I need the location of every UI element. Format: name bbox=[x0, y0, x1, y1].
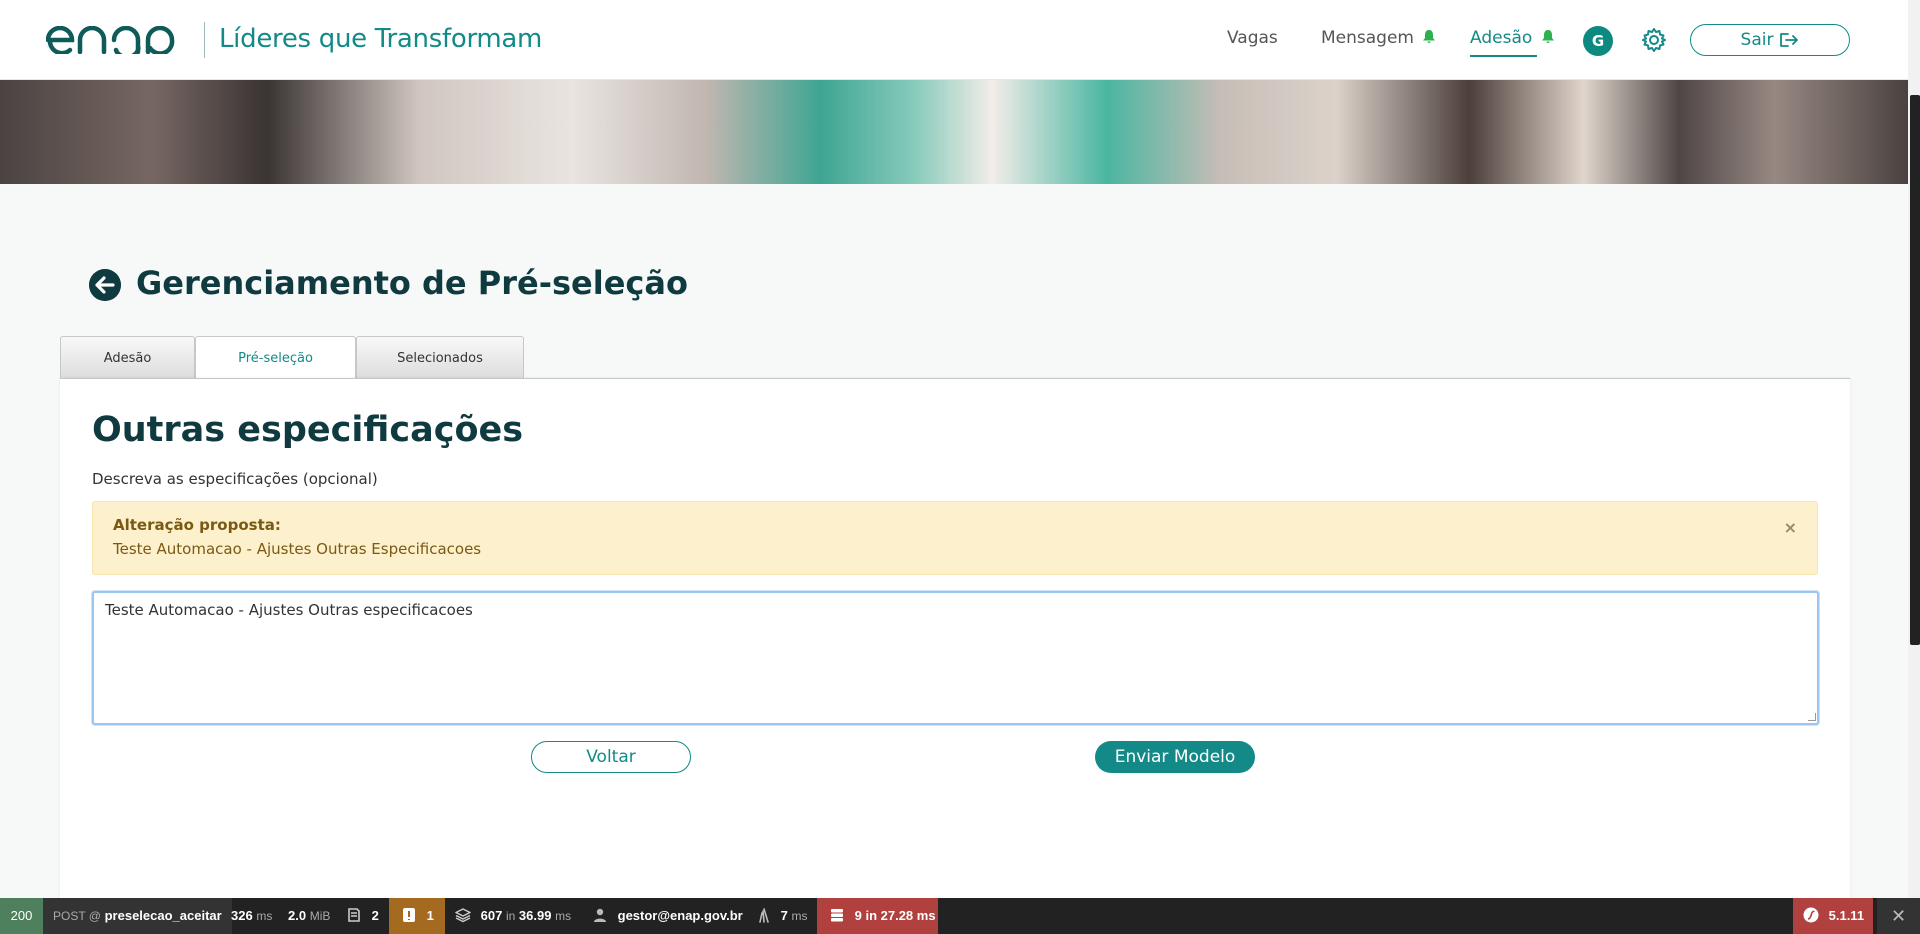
tab-pre-selecao[interactable]: Pré-seleção bbox=[195, 336, 356, 380]
toolbar-close-icon[interactable]: ✕ bbox=[1877, 898, 1920, 934]
nav-adesao-label: Adesão bbox=[1470, 28, 1533, 48]
alert-title: Alteração proposta: bbox=[113, 516, 281, 534]
form-icon bbox=[348, 908, 360, 922]
toolbar-ajax-unit: ms bbox=[791, 909, 808, 923]
toolbar-memory-value: 2.0 bbox=[288, 908, 307, 923]
textarea-resize-handle[interactable] bbox=[1808, 713, 1816, 721]
toolbar-memory[interactable]: 2.0 MiB bbox=[288, 898, 330, 934]
logout-button[interactable]: Sair bbox=[1690, 24, 1850, 56]
section-title: Outras especificações bbox=[92, 410, 524, 450]
submit-model-button[interactable]: Enviar Modelo bbox=[1095, 741, 1255, 773]
toolbar-db-summary: 9 in 27.28 ms bbox=[854, 908, 936, 923]
nav-mensagem-label: Mensagem bbox=[1321, 28, 1414, 48]
nav-vagas-label: Vagas bbox=[1227, 28, 1278, 48]
tab-selecionados-label: Selecionados bbox=[397, 351, 483, 366]
toolbar-time-unit: ms bbox=[256, 909, 273, 923]
toolbar-user[interactable]: gestor@enap.gov.br bbox=[592, 898, 743, 934]
enap-logo[interactable] bbox=[46, 26, 188, 54]
symfony-debug-toolbar: 200 POST @ preselecao_aceitar 326 ms 2.0… bbox=[0, 898, 1920, 934]
toolbar-route: preselecao_aceitar bbox=[104, 908, 222, 923]
gear-icon[interactable] bbox=[1641, 27, 1667, 53]
toolbar-method: POST @ bbox=[53, 909, 101, 923]
back-arrow-icon[interactable] bbox=[89, 269, 121, 301]
tab-selecionados[interactable]: Selecionados bbox=[356, 336, 524, 379]
toolbar-warnings[interactable]: 1 bbox=[389, 898, 445, 934]
section-description: Descreva as especificações (opcional) bbox=[92, 470, 378, 488]
toolbar-symfony[interactable]: 5.1.11 bbox=[1793, 898, 1873, 934]
toolbar-ajax[interactable]: 7 ms bbox=[757, 898, 807, 934]
toolbar-status-code[interactable]: 200 bbox=[0, 898, 43, 934]
nav-adesao[interactable]: Adesão bbox=[1470, 28, 1555, 57]
alert-text: Teste Automacao - Ajustes Outras Especif… bbox=[113, 540, 482, 558]
close-icon[interactable]: × bbox=[1784, 518, 1797, 537]
toolbar-forms[interactable]: 2 bbox=[346, 898, 379, 934]
toolbar-twig[interactable]: 607 in 36.99 ms bbox=[455, 898, 571, 934]
toolbar-ajax-time: 7 bbox=[780, 908, 788, 923]
toolbar-twig-count: 607 bbox=[480, 908, 503, 923]
toolbar-database[interactable]: 9 in 27.28 ms bbox=[817, 898, 938, 934]
tab-adesao[interactable]: Adesão bbox=[60, 336, 195, 379]
logo-separator bbox=[204, 22, 205, 58]
layers-icon bbox=[455, 908, 471, 923]
hero-banner-image bbox=[0, 80, 1908, 184]
toolbar-time-value: 326 bbox=[231, 908, 253, 923]
nav-vagas[interactable]: Vagas bbox=[1227, 28, 1278, 48]
toolbar-forms-count: 2 bbox=[371, 908, 379, 923]
tab-adesao-label: Adesão bbox=[103, 351, 152, 366]
logout-icon bbox=[1780, 33, 1799, 47]
site-tagline: Líderes que Transformam bbox=[219, 24, 543, 54]
user-avatar[interactable]: G bbox=[1583, 26, 1613, 56]
toolbar-twig-time: 36.99 bbox=[518, 908, 552, 923]
bell-icon bbox=[1541, 30, 1554, 43]
toolbar-request[interactable]: POST @ preselecao_aceitar bbox=[43, 898, 232, 934]
database-icon bbox=[831, 909, 843, 922]
toolbar-twig-unit: ms bbox=[555, 909, 572, 923]
toolbar-time[interactable]: 326 ms bbox=[231, 898, 272, 934]
specifications-textarea[interactable] bbox=[92, 591, 1819, 725]
bell-icon bbox=[1423, 30, 1436, 43]
symfony-logo-icon bbox=[1803, 907, 1819, 923]
tab-pre-selecao-label: Pré-seleção bbox=[238, 351, 313, 366]
top-header: Líderes que Transformam Vagas Mensagem A… bbox=[0, 0, 1908, 80]
warning-icon bbox=[403, 908, 415, 922]
proposed-change-alert: Alteração proposta: Teste Automacao - Aj… bbox=[92, 501, 1818, 575]
toolbar-twig-in: in bbox=[505, 909, 516, 923]
nav-mensagem[interactable]: Mensagem bbox=[1321, 28, 1436, 48]
user-icon bbox=[594, 908, 606, 922]
ajax-icon bbox=[759, 908, 769, 923]
page-scrollbar-thumb[interactable] bbox=[1910, 95, 1920, 645]
toolbar-user-email: gestor@enap.gov.br bbox=[617, 908, 743, 923]
back-button[interactable]: Voltar bbox=[531, 741, 691, 773]
logout-label: Sair bbox=[1740, 30, 1774, 50]
toolbar-memory-unit: MiB bbox=[309, 909, 331, 923]
toolbar-warnings-count: 1 bbox=[426, 908, 434, 923]
toolbar-symfony-version: 5.1.11 bbox=[1828, 908, 1865, 923]
page-title: Gerenciamento de Pré-seleção bbox=[136, 264, 688, 302]
